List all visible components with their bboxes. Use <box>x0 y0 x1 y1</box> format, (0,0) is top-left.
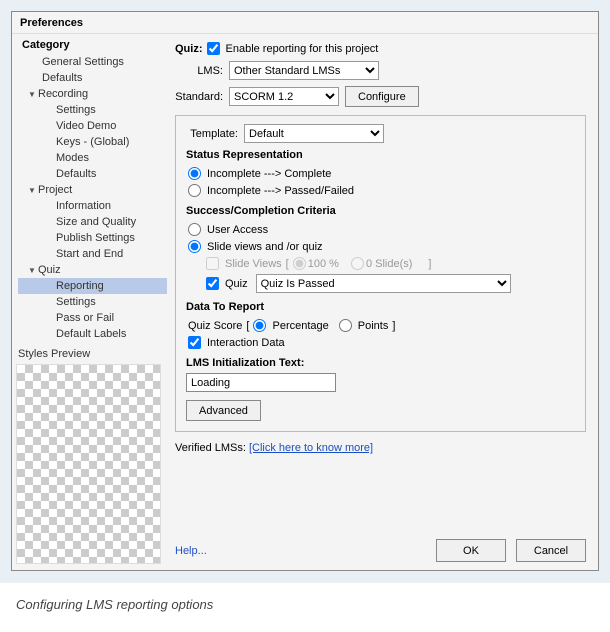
score-points-radio[interactable] <box>339 319 352 332</box>
dialog-title: Preferences <box>12 12 598 34</box>
slide-views-percent-label: 100 % <box>308 258 339 270</box>
sidebar-item-video-demo[interactable]: Video Demo <box>18 118 167 134</box>
standard-label: Standard: <box>175 91 229 103</box>
data-to-report-heading: Data To Report <box>186 301 575 313</box>
criteria-user-access-radio[interactable] <box>188 223 201 236</box>
verified-lms-link[interactable]: [Click here to know more] <box>249 442 373 454</box>
sidebar-item-modes[interactable]: Modes <box>18 150 167 166</box>
score-percentage-label: Percentage <box>272 320 328 332</box>
figure-caption: Configuring LMS reporting options <box>0 583 610 612</box>
sidebar-item-information[interactable]: Information <box>18 198 167 214</box>
help-link[interactable]: Help... <box>175 545 207 557</box>
standard-select[interactable]: SCORM 1.2 <box>229 87 339 106</box>
criteria-slide-quiz-label: Slide views and /or quiz <box>207 241 323 253</box>
score-points-label: Points <box>358 320 389 332</box>
sidebar-item-general-settings[interactable]: General Settings <box>18 54 167 70</box>
sidebar-item-pass-fail[interactable]: Pass or Fail <box>18 310 167 326</box>
status-passed-failed-label: Incomplete ---> Passed/Failed <box>207 185 354 197</box>
slide-views-checkbox[interactable] <box>206 257 219 270</box>
quiz-score-label: Quiz Score <box>188 320 242 332</box>
sidebar-item-publish-settings[interactable]: Publish Settings <box>18 230 167 246</box>
category-heading: Category <box>12 36 167 54</box>
category-sidebar: Category General Settings Defaults Recor… <box>12 34 167 570</box>
enable-reporting-checkbox[interactable] <box>207 42 220 55</box>
interaction-data-label: Interaction Data <box>207 337 285 349</box>
sidebar-item-rec-settings[interactable]: Settings <box>18 102 167 118</box>
cancel-button[interactable]: Cancel <box>516 539 586 562</box>
lms-init-heading: LMS Initialization Text: <box>186 357 575 369</box>
criteria-user-access-label: User Access <box>207 224 268 236</box>
lms-label: LMS: <box>175 65 229 77</box>
quiz-criteria-label: Quiz <box>225 278 248 290</box>
criteria-heading: Success/Completion Criteria <box>186 205 575 217</box>
ok-button[interactable]: OK <box>436 539 506 562</box>
sidebar-group-project[interactable]: Project <box>18 182 167 198</box>
category-tree: General Settings Defaults Recording Sett… <box>12 54 167 342</box>
sidebar-item-reporting[interactable]: Reporting <box>18 278 167 294</box>
sidebar-item-rec-defaults[interactable]: Defaults <box>18 166 167 182</box>
sidebar-item-size-quality[interactable]: Size and Quality <box>18 214 167 230</box>
enable-reporting-label: Enable reporting for this project <box>226 43 379 55</box>
quiz-reporting-panel: Quiz: Enable reporting for this project … <box>167 34 598 570</box>
sidebar-item-start-end[interactable]: Start and End <box>18 246 167 262</box>
styles-preview <box>16 364 161 564</box>
sidebar-item-keys-global[interactable]: Keys - (Global) <box>18 134 167 150</box>
configure-button[interactable]: Configure <box>345 86 419 107</box>
sidebar-group-recording[interactable]: Recording <box>18 86 167 102</box>
sidebar-item-default-labels[interactable]: Default Labels <box>18 326 167 342</box>
sidebar-group-quiz[interactable]: Quiz <box>18 262 167 278</box>
criteria-slide-quiz-radio[interactable] <box>188 240 201 253</box>
preferences-dialog: Preferences Category General Settings De… <box>11 11 599 571</box>
lms-init-text-input[interactable] <box>186 373 336 392</box>
verified-lms-text: Verified LMSs: [Click here to know more] <box>175 442 586 454</box>
sidebar-item-defaults[interactable]: Defaults <box>18 70 167 86</box>
status-passed-failed-radio[interactable] <box>188 184 201 197</box>
interaction-data-checkbox[interactable] <box>188 336 201 349</box>
styles-preview-label: Styles Preview <box>12 342 167 364</box>
sidebar-item-quiz-settings[interactable]: Settings <box>18 294 167 310</box>
status-incomplete-complete-radio[interactable] <box>188 167 201 180</box>
quiz-heading: Quiz: <box>175 43 207 55</box>
template-select[interactable]: Default <box>244 124 384 143</box>
score-percentage-radio[interactable] <box>253 319 266 332</box>
quiz-criteria-select[interactable]: Quiz Is Passed <box>256 274 511 293</box>
quiz-criteria-checkbox[interactable] <box>206 277 219 290</box>
template-label: Template: <box>186 128 244 140</box>
reporting-details-panel: Template: Default Status Representation … <box>175 115 586 432</box>
status-rep-heading: Status Representation <box>186 149 575 161</box>
lms-select[interactable]: Other Standard LMSs <box>229 61 379 80</box>
status-incomplete-complete-label: Incomplete ---> Complete <box>207 168 331 180</box>
slide-views-count-label: 0 Slide(s) <box>366 258 412 270</box>
slide-views-percent-radio <box>293 257 306 270</box>
advanced-button[interactable]: Advanced <box>186 400 261 421</box>
slide-views-label: Slide Views <box>225 258 282 270</box>
slide-views-count-radio <box>351 257 364 270</box>
